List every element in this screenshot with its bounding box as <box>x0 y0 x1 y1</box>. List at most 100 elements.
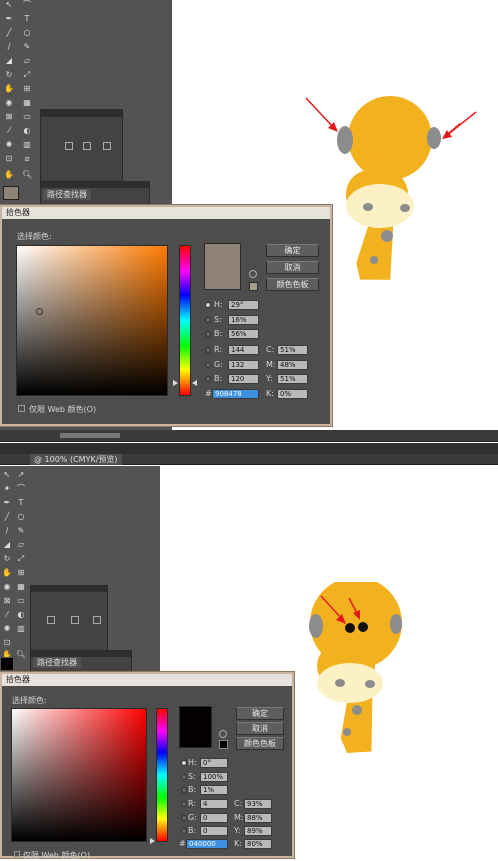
lasso-icon[interactable]: ⌒ <box>16 484 26 494</box>
color-swatches-button[interactable]: 颜色色板 <box>236 737 284 750</box>
blend-icon[interactable]: ◐ <box>16 610 26 620</box>
radio-s[interactable] <box>181 774 187 780</box>
mesh-icon[interactable]: ⊠ <box>4 112 14 122</box>
hand-icon[interactable]: ✋ <box>4 170 14 180</box>
giraffe-head[interactable] <box>348 96 432 180</box>
artboard-icon[interactable]: ⊡ <box>2 638 12 648</box>
zoom-icon[interactable]: 🔍︎ <box>16 650 26 660</box>
pathfinder-tab[interactable]: 路径查找器 <box>43 189 91 200</box>
blob-brush-icon[interactable]: ◢ <box>4 56 14 66</box>
hue-slider[interactable] <box>156 708 168 842</box>
eyedropper-icon[interactable]: ⁄ <box>2 610 12 620</box>
radio-r[interactable] <box>181 801 187 807</box>
ellipse-icon[interactable]: ○ <box>22 28 32 38</box>
shape-builder-icon[interactable]: ◉ <box>2 582 12 592</box>
radio-b[interactable] <box>181 787 187 793</box>
bottom-fill-swatch[interactable] <box>0 657 14 671</box>
m-field[interactable]: 88% <box>244 813 272 823</box>
free-transform-icon[interactable]: ⊞ <box>16 568 26 578</box>
select-icon[interactable]: ↖ <box>2 470 12 480</box>
color-field-cursor[interactable] <box>36 308 43 315</box>
gradient-icon[interactable]: ▭ <box>16 596 26 606</box>
s-field[interactable]: 16% <box>228 315 259 325</box>
hex-field[interactable]: 908478 <box>212 389 259 399</box>
scale-icon[interactable]: ⤢ <box>22 70 32 80</box>
rotate-icon[interactable]: ↻ <box>2 554 12 564</box>
direct-select-icon[interactable]: ↖ <box>4 0 14 10</box>
radio-blue[interactable] <box>181 828 187 834</box>
radio-r[interactable] <box>205 347 211 353</box>
align-icon[interactable] <box>93 616 101 624</box>
pen-icon[interactable]: ✒ <box>4 14 14 24</box>
align-icon[interactable] <box>65 142 73 150</box>
s-field[interactable]: 100% <box>200 772 228 782</box>
right-eye[interactable] <box>358 622 368 632</box>
brush-icon[interactable]: ∕ <box>2 526 12 536</box>
b-field[interactable]: 1% <box>200 785 228 795</box>
slice-icon[interactable]: ⧄ <box>22 154 32 164</box>
blue-field[interactable]: 0 <box>200 826 228 836</box>
direct-select-icon[interactable]: ↗ <box>16 470 26 480</box>
radio-h[interactable] <box>205 302 211 308</box>
out-of-gamut-icon[interactable] <box>249 270 257 278</box>
gradient-icon[interactable]: ▭ <box>22 112 32 122</box>
ok-button[interactable]: 确定 <box>236 707 284 720</box>
gamut-swatch[interactable] <box>219 740 228 749</box>
fill-swatch[interactable] <box>3 186 19 200</box>
eraser-icon[interactable]: ▱ <box>22 56 32 66</box>
hue-slider-arrow-icon[interactable] <box>192 380 197 386</box>
k-field[interactable]: 0% <box>277 389 308 399</box>
line-icon[interactable]: ╱ <box>2 512 12 522</box>
gamut-swatch[interactable] <box>249 282 258 291</box>
symbol-sprayer-icon[interactable]: ✺ <box>4 140 14 150</box>
column-graph-icon[interactable]: ▥ <box>22 140 32 150</box>
hue-slider-arrow-icon[interactable] <box>150 838 155 844</box>
align-icon[interactable] <box>103 142 111 150</box>
document-tab[interactable]: @ 100% (CMYK/预览) <box>30 454 122 465</box>
symbol-sprayer-icon[interactable]: ✺ <box>2 624 12 634</box>
warp-icon[interactable]: ✋ <box>4 84 14 94</box>
type-icon[interactable]: T <box>22 14 32 24</box>
type-icon[interactable]: T <box>16 498 26 508</box>
radio-b[interactable] <box>205 331 211 337</box>
line-icon[interactable]: ╱ <box>4 28 14 38</box>
c-field[interactable]: 93% <box>244 799 272 809</box>
pen-icon[interactable]: ✒ <box>2 498 12 508</box>
r-field[interactable]: 144 <box>228 345 259 355</box>
radio-s[interactable] <box>205 317 211 323</box>
eyedropper-icon[interactable]: ⁄ <box>4 126 14 136</box>
column-graph-icon[interactable]: ▥ <box>16 624 26 634</box>
perspective-icon[interactable]: ▦ <box>16 582 26 592</box>
rotate-icon[interactable]: ↻ <box>4 70 14 80</box>
radio-g[interactable] <box>205 362 211 368</box>
web-only-checkbox[interactable] <box>14 851 20 857</box>
y-field[interactable]: 51% <box>277 374 308 384</box>
warp-icon[interactable]: ✋ <box>2 568 12 578</box>
lasso-icon[interactable]: ⌒ <box>22 0 32 10</box>
shape-builder-icon[interactable]: ◉ <box>4 98 14 108</box>
scale-icon[interactable]: ⤢ <box>16 554 26 564</box>
hue-slider-arrow-icon[interactable] <box>173 380 178 386</box>
blob-brush-icon[interactable]: ◢ <box>2 540 12 550</box>
align-icon[interactable] <box>71 616 79 624</box>
ellipse-icon[interactable]: ○ <box>16 512 26 522</box>
web-only-checkbox[interactable] <box>18 405 25 412</box>
h-field[interactable]: 29° <box>228 300 259 310</box>
hue-slider[interactable] <box>179 245 191 396</box>
blend-icon[interactable]: ◐ <box>22 126 32 136</box>
k-field[interactable]: 80% <box>244 839 272 849</box>
color-field[interactable] <box>16 245 168 396</box>
left-eye[interactable] <box>345 623 355 633</box>
align-icon[interactable] <box>47 616 55 624</box>
radio-blue[interactable] <box>205 376 211 382</box>
color-field[interactable] <box>11 708 147 842</box>
cancel-button[interactable]: 取消 <box>236 722 284 735</box>
magic-wand-icon[interactable]: ✦ <box>2 484 12 494</box>
pathfinder-tab[interactable]: 路径查找器 <box>33 657 81 668</box>
g-field[interactable]: 0 <box>200 813 228 823</box>
free-transform-icon[interactable]: ⊞ <box>22 84 32 94</box>
blue-field[interactable]: 120 <box>228 374 259 384</box>
y-field[interactable]: 89% <box>244 826 272 836</box>
h-field[interactable]: 0° <box>200 758 228 768</box>
radio-g[interactable] <box>181 815 187 821</box>
